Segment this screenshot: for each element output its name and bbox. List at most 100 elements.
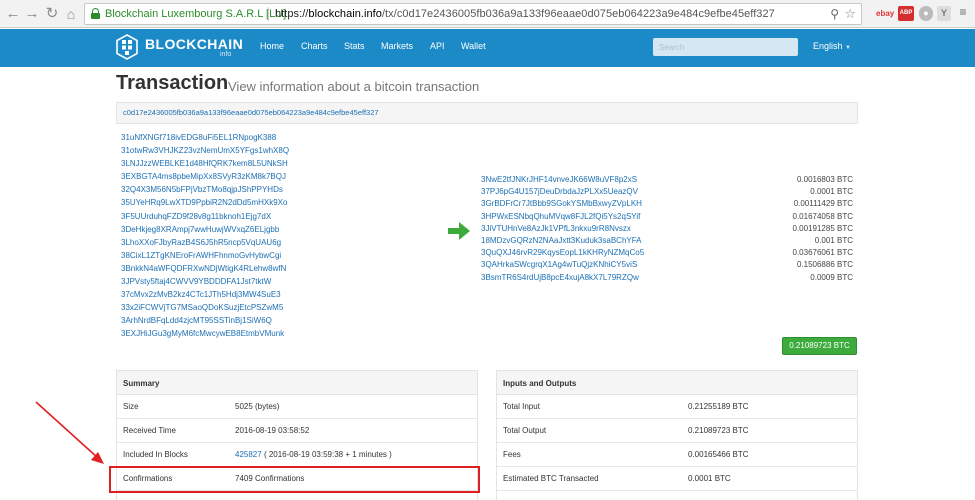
y-extension-icon[interactable]: Y	[937, 6, 951, 21]
adblock-extension-icon[interactable]: ABP	[898, 6, 914, 21]
zoom-icon[interactable]: ⚲	[830, 7, 839, 21]
output-address[interactable]: 3BsmTR6S4rdUjB8pcE4xujA8kX7L79RZQw	[481, 272, 639, 284]
row-value: 425827 ( 2016-08-19 03:59:38 + 1 minutes…	[235, 443, 392, 467]
input-address[interactable]: 3LhoXXoFJbyRazB4S6J5hR5ncp5VqUAU6g	[121, 236, 289, 249]
home-icon[interactable]: ⌂	[62, 5, 80, 23]
input-address[interactable]: 3EXJHiJGu3gMyM6fcMwcywEB8EtmbVMunk	[121, 327, 289, 340]
block-link[interactable]: 425827	[235, 450, 262, 459]
input-address[interactable]: 33x2iFCWVjTG7MSaoQDoKSuzjEtcPSZwM5	[121, 301, 289, 314]
row-value: 0.21089723 BTC	[688, 426, 749, 435]
extension-icon[interactable]: ●	[919, 6, 933, 21]
bookmark-star-icon[interactable]: ☆	[844, 6, 856, 22]
forward-icon[interactable]: →	[23, 5, 41, 23]
output-row: 3NwE2tfJNKrJHF14vnveJK66W8uVF8p2xS 0.0016…	[481, 174, 853, 186]
output-amount: 0.00111429 BTC	[793, 199, 853, 209]
tx-hash-bar: c0d17e2436005fb036a9a133f96eaae0d075eb06…	[116, 102, 858, 124]
output-address[interactable]: 3NwE2tfJNKrJHF14vnveJK66W8uVF8p2xS	[481, 174, 637, 186]
inputs-outputs-panel: Inputs and Outputs Total Input 0.2125518…	[496, 370, 858, 500]
blockchain-logo-icon[interactable]	[116, 34, 138, 60]
output-address[interactable]: 3QuQXJ46rvR29KqysEopL1kKHRyNZMqCo5	[481, 247, 644, 259]
page-subtitle: View information about a bitcoin transac…	[228, 79, 480, 94]
output-address[interactable]: 3GrBDFrCr7JtBbb9SGokYSMbBxwyZVpLKH	[481, 198, 642, 210]
output-row: 3BsmTR6S4rdUjB8pcE4xujA8kX7L79RZQw 0.0009…	[481, 272, 853, 284]
output-amount: 0.1506886 BTC	[796, 260, 853, 270]
chevron-down-icon: ▼	[845, 45, 851, 51]
row-value: 0.00165466 BTC	[688, 450, 749, 459]
input-address[interactable]: 3BnkkN4aWFQDFRXwNDjWtigK4RLehw8wfN	[121, 262, 289, 275]
output-list: 3NwE2tfJNKrJHF14vnveJK66W8uVF8p2xS 0.0016…	[481, 174, 853, 284]
url-text[interactable]: https://blockchain.info/tx/c0d17e2436005…	[275, 8, 775, 20]
nav-markets[interactable]: Markets	[381, 41, 413, 51]
input-address[interactable]: 35UYeHRq9LwXTD9PpbiR2N2dDd5mHXk9Xo	[121, 196, 289, 209]
input-address[interactable]: 3EXBGTA4ms8pbeMipXx8SVyR3zKM8k7BQJ	[121, 170, 289, 183]
logo-subtext: info	[220, 51, 232, 58]
row-label: Total Output	[503, 426, 547, 435]
output-amount: 0.00191285 BTC	[792, 223, 854, 233]
output-address[interactable]: 3HPWxESNbqQhuMVqw8FJL2fQi5Ys2qSYif	[481, 211, 640, 223]
site-identity: Blockchain Luxembourg S.A.R.L [LU]	[105, 8, 287, 20]
output-amount: 0.01674058 BTC	[792, 211, 854, 221]
summary-heading: Summary	[117, 371, 477, 395]
input-address[interactable]: 3F5UUrduhqFZD9f28v8g11bknoh1Ejg7dX	[121, 210, 289, 223]
output-row: 3HPWxESNbqQhuMVqw8FJL2fQi5Ys2qSYif 0.0167…	[481, 211, 853, 223]
arrow-right-icon	[448, 222, 470, 240]
back-icon[interactable]: ←	[4, 5, 22, 23]
row-value: 5025 (bytes)	[235, 402, 280, 411]
input-address[interactable]: 3DeHkjeg8XRAmpj7wwHuwjWVxqZ6ELjgbb	[121, 223, 289, 236]
site-navbar: BLOCKCHAIN info Home Charts Stats Market…	[0, 29, 975, 67]
menu-icon[interactable]: ≡	[957, 6, 969, 21]
omnibox-divider	[268, 7, 269, 21]
ebay-extension-icon[interactable]: ebay	[876, 6, 894, 21]
url-prefix: https://	[275, 8, 309, 20]
output-row: 3QAHrkaSWcgrqX1Ag4wTuQjzKNhiCY5viS 0.1506…	[481, 259, 853, 271]
input-address-list: 31uNfXNGf718ivEDG8uFi5EL1RNpogK388 31otw…	[121, 131, 289, 341]
tx-hash-link[interactable]: c0d17e2436005fb036a9a133f96eaae0d075eb06…	[123, 108, 379, 117]
address-bar[interactable]: Blockchain Luxembourg S.A.R.L [LU] https…	[84, 3, 862, 25]
nav-home[interactable]: Home	[260, 41, 284, 51]
row-label: Fees	[503, 450, 521, 459]
table-row: Included In Blocks 425827 ( 2016-08-19 0…	[117, 443, 477, 467]
output-address[interactable]: 18MDzvGQRzN2NAaJxtt3Kuduk3saBChYFA	[481, 235, 642, 247]
nav-wallet[interactable]: Wallet	[461, 41, 486, 51]
browser-toolbar: ← → ↻ ⌂ Blockchain Luxembourg S.A.R.L [L…	[0, 0, 975, 28]
row-label: Received Time	[123, 426, 176, 435]
output-address[interactable]: 3QAHrkaSWcgrqX1Ag4wTuQjzKNhiCY5viS	[481, 259, 637, 271]
row-label: Size	[123, 402, 139, 411]
input-address[interactable]: 31otwRw3VHJKZ23vzNemUmX5YFgs1whX8Q	[121, 144, 289, 157]
output-row: 3JiVTUHnVe8AzJk1VPfL3nkxu9rR8Nvszx 0.0019…	[481, 223, 853, 235]
nav-charts[interactable]: Charts	[301, 41, 328, 51]
output-address[interactable]: 3JiVTUHnVe8AzJk1VPfL3nkxu9rR8Nvszx	[481, 223, 631, 235]
input-address[interactable]: 3JPVsty5ftaj4CWVV9YBDDDFA1Jst7tktW	[121, 275, 289, 288]
input-address[interactable]: 37cMvx2zMvB2kz4CTc1JTh5Hdj3MW4SuE3	[121, 288, 289, 301]
nav-api[interactable]: API	[430, 41, 445, 51]
row-label: Estimated BTC Transacted	[503, 474, 599, 483]
output-amount: 0.0016803 BTC	[796, 175, 853, 184]
annotation-arrow-icon	[35, 401, 104, 464]
input-address[interactable]: 31uNfXNGf718ivEDG8uFi5EL1RNpogK388	[121, 131, 289, 144]
block-time: ( 2016-08-19 03:59:38 + 1 minutes )	[263, 450, 392, 459]
reload-icon[interactable]: ↻	[43, 5, 61, 23]
output-amount: 0.0009 BTC	[810, 272, 853, 282]
language-dropdown[interactable]: English ▼	[813, 41, 851, 51]
url-path: /tx/c0d17e2436005fb036a9a133f96eaae0d075…	[381, 8, 775, 20]
table-row: Estimated BTC Transacted 0.0001 BTC	[497, 467, 857, 491]
page-title: Transaction	[116, 72, 229, 94]
search-input[interactable]: Search	[653, 38, 798, 56]
table-row: Fees 0.00165466 BTC	[497, 443, 857, 467]
language-label: English	[813, 41, 843, 51]
output-row: 37PJ6pG4U157jDeuDrbdaJzPLXx5UeazQV 0.0001…	[481, 186, 853, 198]
row-value: 2016-08-19 03:58:52	[235, 426, 310, 435]
total-output-button[interactable]: 0.21089723 BTC	[782, 337, 857, 355]
lock-icon	[91, 8, 100, 19]
confirmations-highlight-box	[109, 466, 480, 493]
input-address[interactable]: 38CixL1ZTgKNEroFrAWHFhnmoGvHybwCgi	[121, 249, 289, 262]
nav-stats[interactable]: Stats	[344, 41, 365, 51]
table-row: Size 5025 (bytes)	[117, 395, 477, 419]
input-address[interactable]: 3ArhNrdBFqLdd4zjcMT95SSTinBj1SiW6Q	[121, 314, 289, 327]
input-address[interactable]: 3LNJJzzWEBLKE1d48HfQRK7kem8L5UNkSH	[121, 157, 289, 170]
input-address[interactable]: 32Q4X3M56N5bFPjVbzTMo8qjpJShPPYHDs	[121, 183, 289, 196]
logo-text[interactable]: BLOCKCHAIN	[145, 36, 243, 52]
row-label: Included In Blocks	[123, 450, 188, 459]
output-row: 3QuQXJ46rvR29KqysEopL1kKHRyNZMqCo5 0.0367…	[481, 247, 853, 259]
output-address[interactable]: 37PJ6pG4U157jDeuDrbdaJzPLXx5UeazQV	[481, 186, 638, 198]
